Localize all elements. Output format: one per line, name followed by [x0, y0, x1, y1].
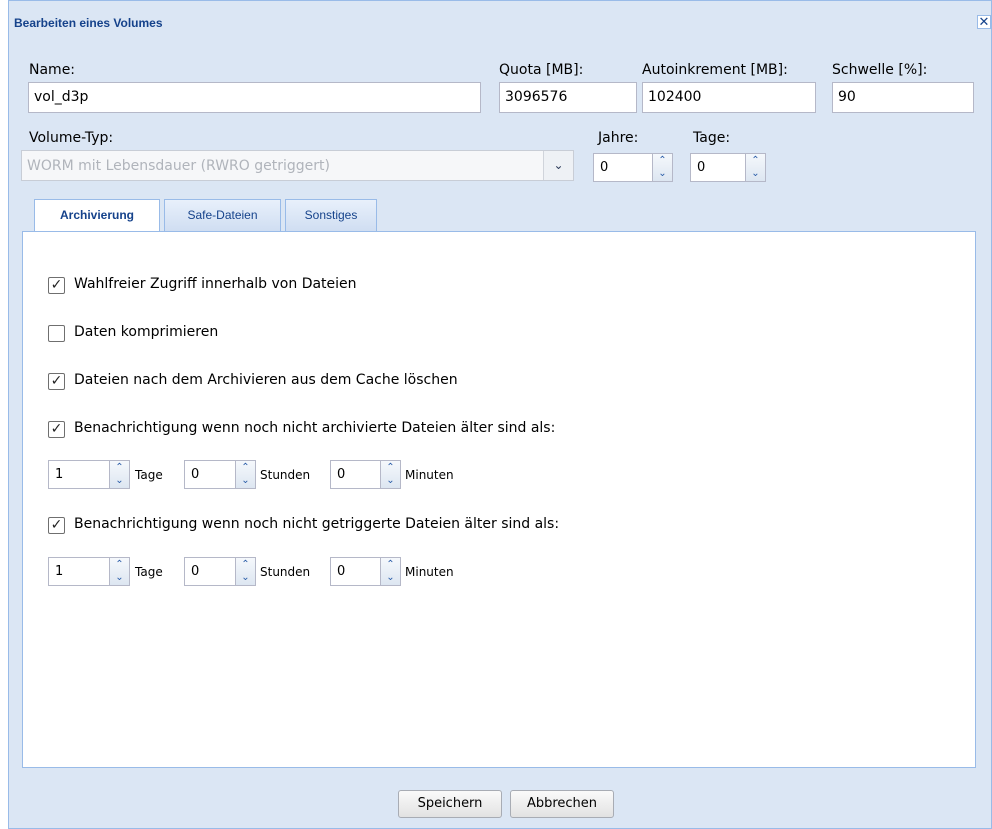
tab-archivierung[interactable]: Archivierung [34, 199, 160, 233]
spin-up-icon[interactable]: ⌃ [653, 154, 672, 167]
stunden-unit-label: Stunden [260, 565, 311, 579]
tab-sonstiges[interactable]: Sonstiges [285, 199, 377, 231]
chevron-down-icon[interactable]: ⌄ [543, 151, 573, 180]
quota-input[interactable]: 3096576 [499, 82, 637, 113]
triggered-stunden-spinner[interactable]: 0 ⌃ ⌄ [184, 557, 256, 586]
tage-unit-label: Tage [135, 468, 163, 482]
minuten-unit-label: Minuten [405, 468, 454, 482]
spin-up-icon[interactable]: ⌃ [381, 461, 400, 474]
triggered-minuten-spinner[interactable]: 0 ⌃ ⌄ [330, 557, 401, 586]
tage-value: 0 [697, 160, 706, 175]
archived-tage-value: 1 [55, 467, 64, 482]
checkbox-benachrichtigung-archiviert[interactable]: ✓ [48, 421, 65, 438]
triggered-tage-spinner[interactable]: 1 ⌃ ⌄ [48, 557, 130, 586]
volume-typ-select[interactable]: WORM mit Lebensdauer (RWRO getriggert) ⌄ [21, 150, 574, 181]
jahre-spinner[interactable]: 0 ⌃ ⌄ [593, 153, 673, 182]
spin-up-icon[interactable]: ⌃ [236, 558, 255, 571]
tab-safe-dateien[interactable]: Safe-Dateien [164, 199, 281, 231]
archived-stunden-spinner[interactable]: 0 ⌃ ⌄ [184, 460, 256, 489]
stunden-unit-label: Stunden [260, 468, 311, 482]
checkbox-wahlfreier-zugriff[interactable]: ✓ [48, 277, 65, 294]
tage-unit-label: Tage [135, 565, 163, 579]
cancel-button[interactable]: Abbrechen [510, 790, 614, 818]
checkbox-benachrichtigung-getriggert[interactable]: ✓ [48, 517, 65, 534]
spin-down-icon[interactable]: ⌄ [381, 474, 400, 487]
spin-down-icon[interactable]: ⌄ [110, 474, 129, 487]
spin-up-icon[interactable]: ⌃ [381, 558, 400, 571]
save-button[interactable]: Speichern [398, 790, 502, 818]
archivierung-panel [22, 231, 976, 768]
spin-up-icon[interactable]: ⌃ [236, 461, 255, 474]
checkbox-daten-komprimieren[interactable] [48, 325, 65, 342]
name-input[interactable]: vol_d3p [28, 82, 481, 113]
spin-down-icon[interactable]: ⌄ [236, 571, 255, 584]
archived-tage-spinner[interactable]: 1 ⌃ ⌄ [48, 460, 130, 489]
spin-down-icon[interactable]: ⌄ [746, 167, 765, 180]
triggered-minuten-value: 0 [337, 564, 346, 579]
spin-up-icon[interactable]: ⌃ [746, 154, 765, 167]
option-label: Benachrichtigung wenn noch nicht archivi… [74, 420, 556, 436]
tage-spinner[interactable]: 0 ⌃ ⌄ [690, 153, 766, 182]
spin-down-icon[interactable]: ⌄ [653, 167, 672, 180]
option-label: Dateien nach dem Archivieren aus dem Cac… [74, 372, 458, 388]
jahre-label: Jahre: [598, 130, 639, 146]
quota-label: Quota [MB]: [499, 62, 584, 78]
minuten-unit-label: Minuten [405, 565, 454, 579]
spin-down-icon[interactable]: ⌄ [110, 571, 129, 584]
archived-stunden-value: 0 [191, 467, 200, 482]
autoinkrement-label: Autoinkrement [MB]: [642, 62, 788, 78]
schwelle-label: Schwelle [%]: [832, 62, 928, 78]
schwelle-input[interactable]: 90 [832, 82, 974, 113]
spin-up-icon[interactable]: ⌃ [110, 461, 129, 474]
volume-typ-value: WORM mit Lebensdauer (RWRO getriggert) [27, 158, 330, 174]
checkbox-cache-loeschen[interactable]: ✓ [48, 373, 65, 390]
tage-label: Tage: [693, 130, 731, 146]
dialog-title: Bearbeiten eines Volumes [14, 16, 163, 30]
option-label: Benachrichtigung wenn noch nicht getrigg… [74, 516, 560, 532]
spin-down-icon[interactable]: ⌄ [236, 474, 255, 487]
triggered-stunden-value: 0 [191, 564, 200, 579]
volume-typ-label: Volume-Typ: [29, 130, 114, 146]
jahre-value: 0 [600, 160, 609, 175]
dialog-titlebar: Bearbeiten eines Volumes [9, 1, 991, 43]
spin-down-icon[interactable]: ⌄ [381, 571, 400, 584]
close-icon[interactable]: ✕ [977, 15, 991, 29]
triggered-tage-value: 1 [55, 564, 64, 579]
spin-up-icon[interactable]: ⌃ [110, 558, 129, 571]
name-label: Name: [29, 62, 76, 78]
archived-minuten-value: 0 [337, 467, 346, 482]
autoinkrement-input[interactable]: 102400 [642, 82, 816, 113]
option-label: Daten komprimieren [74, 324, 219, 340]
option-label: Wahlfreier Zugriff innerhalb von Dateien [74, 276, 357, 292]
archived-minuten-spinner[interactable]: 0 ⌃ ⌄ [330, 460, 401, 489]
